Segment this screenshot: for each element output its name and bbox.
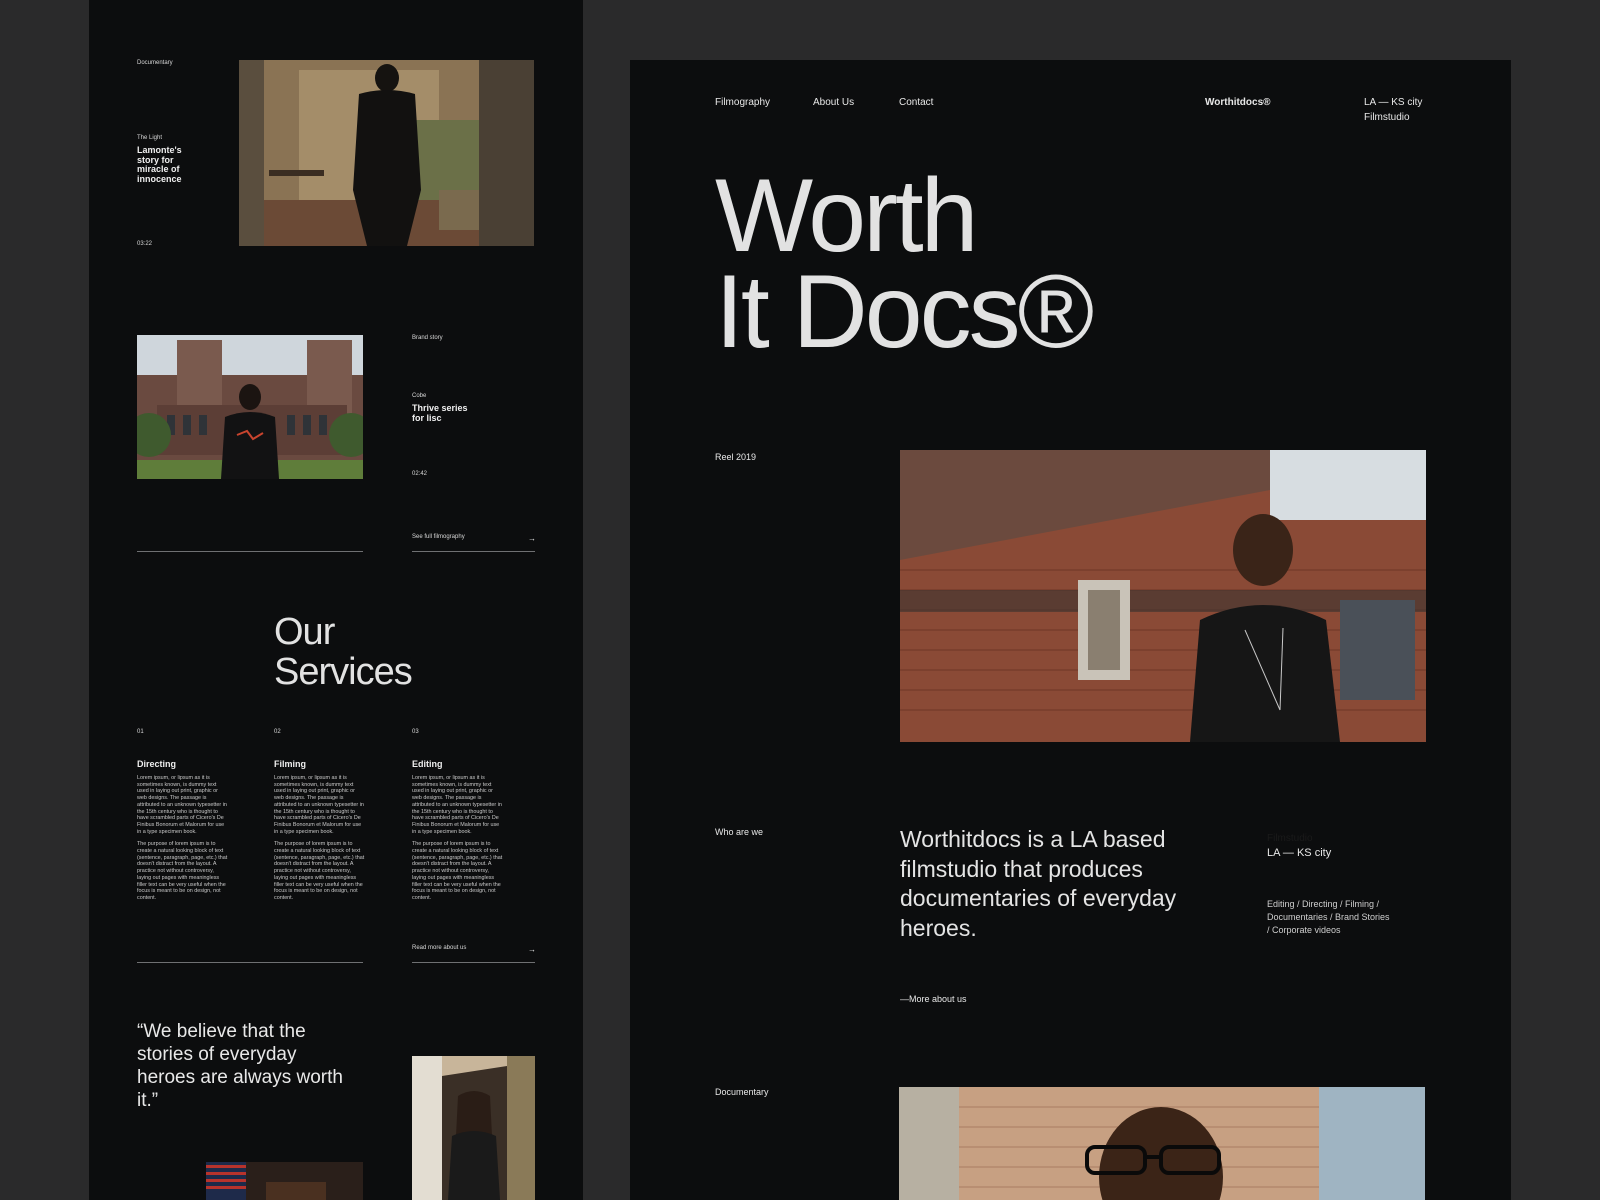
link-underline [412,962,535,963]
gallery-photo[interactable] [206,1162,363,1200]
service-title: Directing [137,759,177,769]
location-line2: Filmstudio [1364,112,1410,123]
who-are-we-label: Who are we [715,827,764,837]
service-number: 02 [274,729,281,735]
link-underline [412,551,535,552]
service-description: The purpose of lorem ipsum is to create … [274,841,365,901]
arrow-right-icon[interactable]: → [528,534,536,543]
arrow-right-icon[interactable]: → [528,945,536,954]
service-editing: 03 Editing Lorem ipsum, or lipsum as it … [412,729,504,902]
see-full-filmography-link[interactable]: See full filmography [412,534,465,540]
hero-title-line2: It Docs® [715,254,1094,370]
brand-logo[interactable]: Worthitdocs® [1205,97,1271,108]
service-filming: 02 Filming Lorem ipsum, or lipsum as it … [274,729,366,902]
service-number: 03 [412,729,419,735]
service-description: The purpose of lorem ipsum is to create … [137,841,228,901]
film2-duration: 02:42 [412,471,428,477]
reel-video-thumbnail[interactable] [900,450,1426,742]
reel-label: Reel 2019 [715,452,757,462]
film1-category: Documentary [137,60,173,66]
left-page-preview: Documentary The Light Lamonte's story fo… [89,0,583,1200]
service-description: Lorem ipsum, or lipsum as it is sometime… [274,775,364,835]
location-line1: LA — KS city [1364,97,1423,108]
nav-filmography[interactable]: Filmography [715,97,770,108]
film1-subtitle: The Light [137,135,163,141]
read-more-about-us-link[interactable]: Read more about us [412,945,466,951]
service-directing: 01 Directing Lorem ipsum, or lipsum as i… [137,729,229,902]
film1-title[interactable]: Lamonte's story for miracle of innocence [137,145,197,184]
service-title: Editing [412,759,443,769]
mission-quote: “We believe that the stories of everyday… [137,1021,343,1111]
right-page-preview: Filmography About Us Contact Worthitdocs… [630,60,1511,1200]
film2-category: Brand story [412,335,443,341]
film2-title[interactable]: Thrive series for lisc [412,403,472,423]
gallery-photo[interactable] [412,1056,535,1200]
hero-title: Worth It Docs® [715,158,1094,370]
about-statement: Worthitdocs is a LA based filmstudio tha… [900,826,1177,941]
divider [137,962,363,963]
documentary-thumbnail[interactable] [899,1087,1425,1200]
studio-location: LA — KS city [1267,847,1332,859]
services-list: Editing / Directing / Filming / Document… [1267,899,1390,935]
services-title: Our Services [274,611,413,693]
studio-label: Filmstudio [1267,833,1313,844]
documentary-label: Documentary [715,1087,769,1097]
service-description: The purpose of lorem ipsum is to create … [412,841,503,901]
service-title: Filming [274,759,306,769]
nav-contact[interactable]: Contact [899,97,933,108]
service-description: Lorem ipsum, or lipsum as it is sometime… [137,775,227,835]
film1-duration: 03:22 [137,241,153,247]
film2-thumbnail[interactable] [137,335,363,479]
hero-title-line1: Worth [715,158,979,274]
service-number: 01 [137,729,144,735]
nav-about-us[interactable]: About Us [813,97,854,108]
film1-thumbnail[interactable] [239,60,534,246]
film2-subtitle: Cobe [412,393,427,399]
service-description: Lorem ipsum, or lipsum as it is sometime… [412,775,502,835]
divider [137,551,363,552]
more-about-us-link[interactable]: —More about us [900,994,967,1004]
